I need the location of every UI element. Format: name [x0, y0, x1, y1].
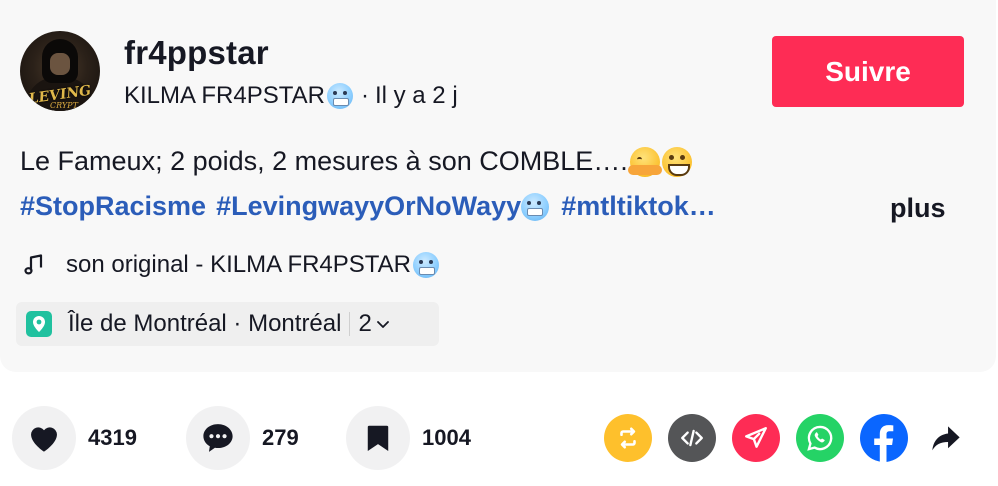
cold-face-emoji [326, 83, 353, 109]
facebook-button[interactable] [860, 414, 908, 462]
location-pin-icon [26, 311, 52, 337]
bookmark-icon [367, 425, 389, 451]
whatsapp-icon [807, 425, 833, 451]
music-label: son original - KILMA FR4PSTAR [66, 251, 412, 278]
hashtag-text: #LevingwayyOrNoWayy [216, 191, 522, 221]
save-action[interactable]: 1004 [346, 406, 471, 470]
share-arrow-icon [932, 426, 960, 451]
hashtag-link[interactable]: #mtltiktok… [561, 191, 716, 222]
cold-face-emoji [521, 192, 550, 221]
location-chip[interactable]: Île de Montréal · Montréal 2 [16, 302, 439, 346]
divider [349, 312, 351, 336]
chevron-down-icon [376, 321, 389, 328]
hashtag-link[interactable]: #StopRacisme [20, 191, 206, 222]
avatar-face [50, 53, 70, 75]
author-username[interactable]: fr4ppstar [124, 34, 269, 72]
heart-icon [31, 427, 57, 452]
whatsapp-button[interactable] [796, 414, 844, 462]
separator-dot: · [360, 82, 369, 109]
music-note-icon [24, 254, 43, 275]
author-display-name[interactable]: KILMA FR4PSTAR [124, 82, 325, 110]
location-label: Île de Montréal · Montréal [68, 310, 342, 337]
facebook-icon [874, 425, 894, 462]
embed-button[interactable] [668, 414, 716, 462]
share-button[interactable] [922, 414, 970, 462]
hugging-face-emoji [627, 146, 662, 177]
repost-button[interactable] [604, 414, 652, 462]
like-button[interactable] [12, 406, 76, 470]
more-link[interactable]: plus [890, 193, 946, 224]
avatar-logo-subtext: CRYPT [50, 101, 78, 110]
comment-count: 279 [262, 425, 299, 450]
caption: Le Fameux; 2 poids, 2 mesures à son COMB… [20, 146, 692, 177]
send-icon [745, 427, 767, 448]
embed-icon [681, 429, 703, 447]
like-count: 4319 [88, 425, 137, 450]
like-action[interactable]: 4319 [12, 406, 137, 470]
post-time: Il y a 2 j [374, 82, 458, 109]
hashtag-link[interactable]: #LevingwayyOrNoWayy [216, 191, 551, 222]
hashtag-row: #StopRacisme #LevingwayyOrNoWayy #mtltik… [20, 191, 726, 222]
avatar[interactable]: LEVING CRYPT [20, 31, 100, 111]
follow-button[interactable]: Suivre [772, 36, 964, 107]
save-count: 1004 [422, 425, 471, 450]
cold-face-emoji [413, 252, 440, 278]
comment-button[interactable] [186, 406, 250, 470]
repost-icon [620, 427, 636, 449]
comment-icon [203, 424, 233, 452]
post-info-card: LEVING CRYPT fr4ppstar KILMA FR4PSTAR · … [0, 0, 996, 372]
location-count[interactable]: 2 [358, 310, 390, 338]
music-link[interactable]: son original - KILMA FR4PSTAR [22, 251, 441, 279]
caption-text: Le Fameux; 2 poids, 2 mesures à son COMB… [20, 146, 628, 176]
comment-action[interactable]: 279 [186, 406, 299, 470]
location-count-value: 2 [358, 310, 372, 337]
send-button[interactable] [732, 414, 780, 462]
save-button[interactable] [346, 406, 410, 470]
author-subline: KILMA FR4PSTAR · Il y a 2 j [124, 82, 458, 110]
grinning-face-emoji [661, 146, 692, 177]
